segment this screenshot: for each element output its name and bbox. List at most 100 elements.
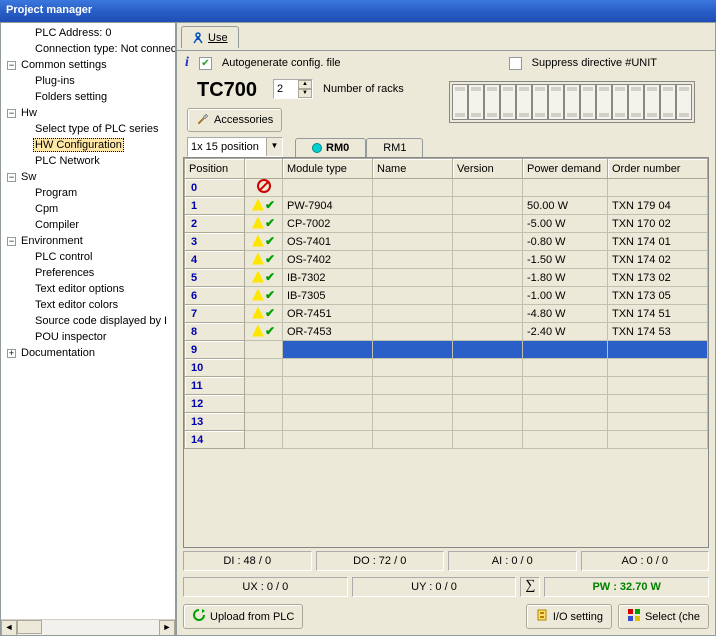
cell-name[interactable]: [373, 179, 453, 197]
cell-order[interactable]: TXN 174 01: [608, 233, 708, 251]
table-row[interactable]: 13: [185, 413, 708, 431]
cell-mtype[interactable]: [283, 431, 373, 449]
cell-order[interactable]: [608, 359, 708, 377]
rack-slot[interactable]: [516, 84, 532, 120]
rack-slot[interactable]: [660, 84, 676, 120]
cell-power[interactable]: [523, 413, 608, 431]
cell-order[interactable]: TXN 170 02: [608, 215, 708, 233]
tree-item[interactable]: Text editor colors: [3, 297, 173, 313]
dropdown-icon[interactable]: ▼: [266, 138, 282, 156]
rack-slot[interactable]: [532, 84, 548, 120]
pos-cell[interactable]: 10: [185, 359, 245, 377]
io-setting-button[interactable]: I/O setting: [526, 604, 612, 629]
rack-slot[interactable]: [564, 84, 580, 120]
pos-cell[interactable]: 1: [185, 197, 245, 215]
cell-name[interactable]: [373, 413, 453, 431]
cell-version[interactable]: [453, 251, 523, 269]
stepper-down-icon[interactable]: ▼: [298, 89, 312, 98]
cell-order[interactable]: TXN 174 51: [608, 305, 708, 323]
cell-mtype[interactable]: [283, 341, 373, 359]
table-row[interactable]: 0: [185, 179, 708, 197]
collapse-icon[interactable]: −: [7, 109, 16, 118]
cell-version[interactable]: [453, 377, 523, 395]
cell-name[interactable]: [373, 341, 453, 359]
tree-node-hw[interactable]: −Hw: [3, 105, 173, 121]
racks-input[interactable]: [274, 83, 298, 95]
cell-order[interactable]: TXN 173 02: [608, 269, 708, 287]
cell-order[interactable]: TXN 179 04: [608, 197, 708, 215]
pos-cell[interactable]: 3: [185, 233, 245, 251]
pos-cell[interactable]: 8: [185, 323, 245, 341]
tab-rm1[interactable]: RM1: [366, 138, 423, 157]
cell-mtype[interactable]: IB-7302: [283, 269, 373, 287]
rack-slot[interactable]: [628, 84, 644, 120]
tree-item[interactable]: Source code displayed by I: [3, 313, 173, 329]
cell-mtype[interactable]: OR-7451: [283, 305, 373, 323]
cell-mtype[interactable]: [283, 413, 373, 431]
racks-stepper[interactable]: ▲ ▼: [273, 79, 313, 99]
accessories-button[interactable]: Accessories: [187, 108, 282, 132]
cell-power[interactable]: -5.00 W: [523, 215, 608, 233]
expand-icon[interactable]: +: [7, 349, 16, 358]
cell-name[interactable]: [373, 197, 453, 215]
tree-item[interactable]: PLC Address: 0: [3, 25, 173, 41]
horizontal-scrollbar[interactable]: ◄ ►: [1, 619, 175, 635]
cell-version[interactable]: [453, 395, 523, 413]
cell-power[interactable]: [523, 359, 608, 377]
upload-button[interactable]: Upload from PLC: [183, 604, 303, 629]
collapse-icon[interactable]: −: [7, 237, 16, 246]
cell-version[interactable]: [453, 359, 523, 377]
pos-cell[interactable]: 2: [185, 215, 245, 233]
cell-version[interactable]: [453, 233, 523, 251]
table-row[interactable]: 8✔OR-7453-2.40 WTXN 174 53: [185, 323, 708, 341]
pos-cell[interactable]: 11: [185, 377, 245, 395]
cell-name[interactable]: [373, 377, 453, 395]
rack-slot[interactable]: [676, 84, 692, 120]
cell-version[interactable]: [453, 413, 523, 431]
info-icon[interactable]: i: [185, 55, 189, 71]
cell-power[interactable]: -1.50 W: [523, 251, 608, 269]
table-row[interactable]: 11: [185, 377, 708, 395]
position-combo[interactable]: ▼: [187, 137, 283, 157]
stepper-up-icon[interactable]: ▲: [298, 80, 312, 89]
tree-item[interactable]: Text editor options: [3, 281, 173, 297]
table-row[interactable]: 12: [185, 395, 708, 413]
table-row[interactable]: 2✔CP-7002-5.00 WTXN 170 02: [185, 215, 708, 233]
cell-mtype[interactable]: PW-7904: [283, 197, 373, 215]
rack-slot[interactable]: [596, 84, 612, 120]
cell-power[interactable]: [523, 395, 608, 413]
tree-item[interactable]: Folders setting: [3, 89, 173, 105]
rack-slot[interactable]: [548, 84, 564, 120]
cell-name[interactable]: [373, 323, 453, 341]
cell-name[interactable]: [373, 305, 453, 323]
pos-cell[interactable]: 6: [185, 287, 245, 305]
pos-cell[interactable]: 4: [185, 251, 245, 269]
tab-use[interactable]: Use: [181, 26, 239, 48]
cell-version[interactable]: [453, 305, 523, 323]
scroll-right-button[interactable]: ►: [159, 620, 175, 636]
tree-item[interactable]: Cpm: [3, 201, 173, 217]
col-order[interactable]: Order number: [608, 159, 708, 179]
pos-cell[interactable]: 9: [185, 341, 245, 359]
col-module-type[interactable]: Module type: [283, 159, 373, 179]
tree-node-env[interactable]: −Environment: [3, 233, 173, 249]
tree-item-hw-config[interactable]: HW Configuration: [3, 137, 173, 153]
cell-power[interactable]: -4.80 W: [523, 305, 608, 323]
table-row[interactable]: 10: [185, 359, 708, 377]
col-version[interactable]: Version: [453, 159, 523, 179]
cell-order[interactable]: TXN 174 53: [608, 323, 708, 341]
cell-name[interactable]: [373, 395, 453, 413]
cell-mtype[interactable]: OS-7402: [283, 251, 373, 269]
position-combo-input[interactable]: [188, 138, 266, 156]
cell-power[interactable]: [523, 179, 608, 197]
cell-mtype[interactable]: [283, 359, 373, 377]
rack-slot[interactable]: [484, 84, 500, 120]
table-row[interactable]: 14: [185, 431, 708, 449]
cell-power[interactable]: -1.80 W: [523, 269, 608, 287]
tree-item[interactable]: Compiler: [3, 217, 173, 233]
cell-order[interactable]: TXN 174 02: [608, 251, 708, 269]
cell-power[interactable]: [523, 341, 608, 359]
rack-slot[interactable]: [612, 84, 628, 120]
cell-order[interactable]: [608, 395, 708, 413]
tree-node-doc[interactable]: +Documentation: [3, 345, 173, 361]
